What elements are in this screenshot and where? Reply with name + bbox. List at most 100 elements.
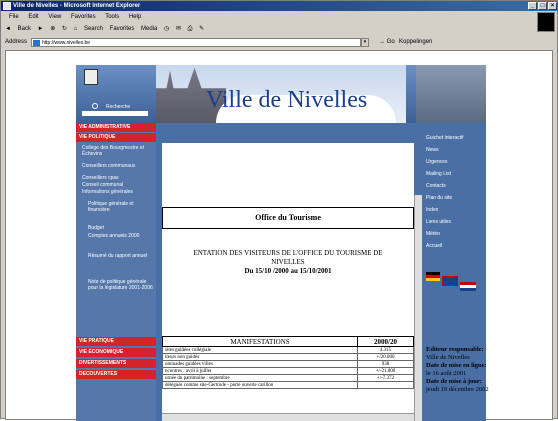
maximize-button[interactable]: □	[538, 2, 547, 10]
back-icon[interactable]: ◄	[5, 26, 11, 32]
menu-bar: File Edit View Favorites Tools Help	[1, 12, 558, 22]
nav-vie-administrative[interactable]: VIE ADMINISTRATIVE	[76, 123, 156, 132]
table-header: MANIFESTATIONS	[162, 336, 358, 347]
site-frame: Ville de Nivelles Recherche VIE ADMINIST…	[76, 65, 486, 421]
nav-sub-budget[interactable]: Budget	[88, 225, 154, 231]
update-date: jeudi 19 décembre 2002	[426, 386, 489, 393]
site-title: Ville de Nivelles	[206, 87, 368, 113]
vertical-scrollbar[interactable]	[414, 195, 422, 421]
table-row: urnée du patrimoine : septembre +/-7.372	[162, 374, 414, 382]
links-button[interactable]: Koppelingen	[399, 36, 432, 49]
browser-window: Ville de Nivelles - Microsoft Internet E…	[0, 0, 558, 421]
row-label: iteurs non guidés	[162, 353, 358, 361]
ie-icon	[3, 2, 11, 10]
editor-label: Editeur responsable:	[426, 346, 484, 353]
rnav-urgences[interactable]: Urgences	[426, 159, 447, 165]
address-bar: Address http://www.nivelles.be ▾ → Go Ko…	[1, 36, 558, 49]
forward-icon[interactable]: ►	[38, 26, 44, 32]
address-input[interactable]: http://www.nivelles.be	[31, 38, 361, 47]
rnav-accueil[interactable]: Accueil	[426, 243, 442, 249]
nav-sub-informations[interactable]: Informations générales	[82, 189, 154, 195]
editor-info: Editeur responsable: Ville de Nivelles D…	[426, 346, 490, 394]
rnav-index[interactable]: Index	[426, 207, 438, 213]
presentation-line-3: Du 15/10 /2000 au 15/10/2001	[244, 267, 332, 275]
nav-decouvertes[interactable]: DECOUVERTES	[76, 370, 156, 379]
mail-icon[interactable]: ✉	[176, 26, 181, 32]
nav-sub-politique-generale[interactable]: Politique générale et financière	[88, 201, 154, 213]
rnav-liens[interactable]: Liens utiles	[426, 219, 451, 225]
nav-sub-note[interactable]: Note de politique générale pour la légis…	[88, 279, 154, 291]
menu-edit[interactable]: Edit	[28, 14, 38, 20]
nav-sub-conseil-communal[interactable]: Conseil communal	[82, 182, 154, 188]
row-label: délégués comme site-Gertrude - porte ouv…	[162, 381, 358, 389]
site-banner: Ville de Nivelles Recherche	[76, 65, 486, 123]
history-icon[interactable]: ◷	[164, 26, 169, 32]
sculpture-photo	[416, 65, 486, 123]
editor-name: Ville de Nivelles	[426, 354, 470, 361]
nav-sub-resume[interactable]: Résumé du rapport annuel	[88, 253, 154, 259]
edit-icon[interactable]: ✎	[199, 26, 204, 32]
stop-icon[interactable]: ⊗	[50, 26, 55, 32]
row-value: +/-21.000	[357, 367, 414, 375]
manifestations-table: MANIFESTATIONS 2000/20 sites guidées col…	[162, 336, 414, 389]
row-value: +/-7.372	[357, 374, 414, 382]
row-value: +/20.000	[357, 353, 414, 361]
german-flag-icon[interactable]	[426, 272, 440, 281]
search-icon[interactable]	[92, 103, 98, 109]
rnav-meteo[interactable]: Météo	[426, 231, 440, 237]
refresh-icon[interactable]: ↻	[62, 26, 67, 32]
horizontal-scrollbar[interactable]	[162, 413, 414, 421]
address-label: Address	[5, 39, 28, 45]
table-row: délégués comme site-Gertrude - porte ouv…	[162, 381, 414, 389]
print-icon[interactable]: ⎙	[188, 26, 193, 32]
page-content: Ville de Nivelles Recherche VIE ADMINIST…	[5, 50, 553, 421]
row-label: ominades guidées villes	[162, 360, 358, 368]
media-button[interactable]: Media	[141, 26, 157, 32]
nav-sub-conseillers-cpas[interactable]: Conseillers cpas	[82, 175, 154, 181]
minimize-button[interactable]: _	[528, 2, 537, 10]
search-area: Recherche	[82, 103, 148, 119]
rnav-contacts[interactable]: Contacts	[426, 183, 446, 189]
address-dropdown[interactable]: ▾	[361, 38, 369, 47]
home-icon[interactable]: ⌂	[74, 26, 78, 32]
nav-sub-comptes[interactable]: Comptes annuels 2000	[88, 233, 154, 239]
address-url: http://www.nivelles.be	[42, 40, 91, 46]
table-row: ncontres : avril à juillet +/-21.000	[162, 367, 414, 375]
page-icon	[33, 40, 40, 46]
language-flags	[426, 272, 486, 294]
window-title: Ville de Nivelles - Microsoft Internet E…	[13, 3, 141, 9]
menu-help[interactable]: Help	[129, 14, 141, 20]
uk-flag-icon[interactable]	[442, 276, 458, 286]
rnav-guichet[interactable]: Guichet interactif	[426, 135, 464, 141]
rnav-plan[interactable]: Plan du site	[426, 195, 452, 201]
search-button[interactable]: Search	[84, 26, 103, 32]
go-button[interactable]: → Go	[379, 36, 395, 49]
nav-divertissements[interactable]: DIVERTISSEMENTS	[76, 359, 156, 368]
menu-tools[interactable]: Tools	[105, 14, 119, 20]
nav-sub-conseillers-communaux[interactable]: Conseillers communaux	[82, 163, 154, 169]
menu-favorites[interactable]: Favorites	[71, 14, 96, 20]
office-title: Office du Tourisme	[162, 207, 414, 229]
rnav-mailing[interactable]: Mailing List	[426, 171, 451, 177]
menu-file[interactable]: File	[9, 14, 19, 20]
nav-sub-college[interactable]: Collège des Bourgmestre et Échevins	[82, 145, 154, 157]
dutch-flag-icon[interactable]	[460, 282, 476, 291]
search-input[interactable]	[82, 111, 148, 116]
online-label: Date de mise en ligne:	[426, 362, 487, 369]
main-content: Office du Tourisme ENTATION DES VISITEUR…	[162, 143, 414, 421]
row-value: 938	[357, 360, 414, 368]
close-button[interactable]: ×	[548, 2, 557, 10]
back-button[interactable]: Back	[18, 26, 31, 32]
online-date: le 16 août 2001	[426, 370, 467, 377]
left-nav: VIE ADMINISTRATIVE VIE POLITIQUE Collège…	[76, 123, 156, 421]
table-header-row: MANIFESTATIONS 2000/20	[162, 336, 414, 347]
menu-view[interactable]: View	[48, 14, 61, 20]
search-label: Recherche	[106, 104, 131, 110]
nav-vie-politique[interactable]: VIE POLITIQUE	[76, 133, 156, 142]
favorites-button[interactable]: Favorites	[110, 26, 135, 32]
nav-vie-economique[interactable]: VIE ECONOMIQUE	[76, 348, 156, 357]
table-header-year: 2000/20	[357, 336, 414, 347]
presentation-line-2: NIVELLES	[271, 258, 305, 266]
nav-vie-pratique[interactable]: VIE PRATIQUE	[76, 337, 156, 346]
rnav-news[interactable]: News	[426, 147, 439, 153]
